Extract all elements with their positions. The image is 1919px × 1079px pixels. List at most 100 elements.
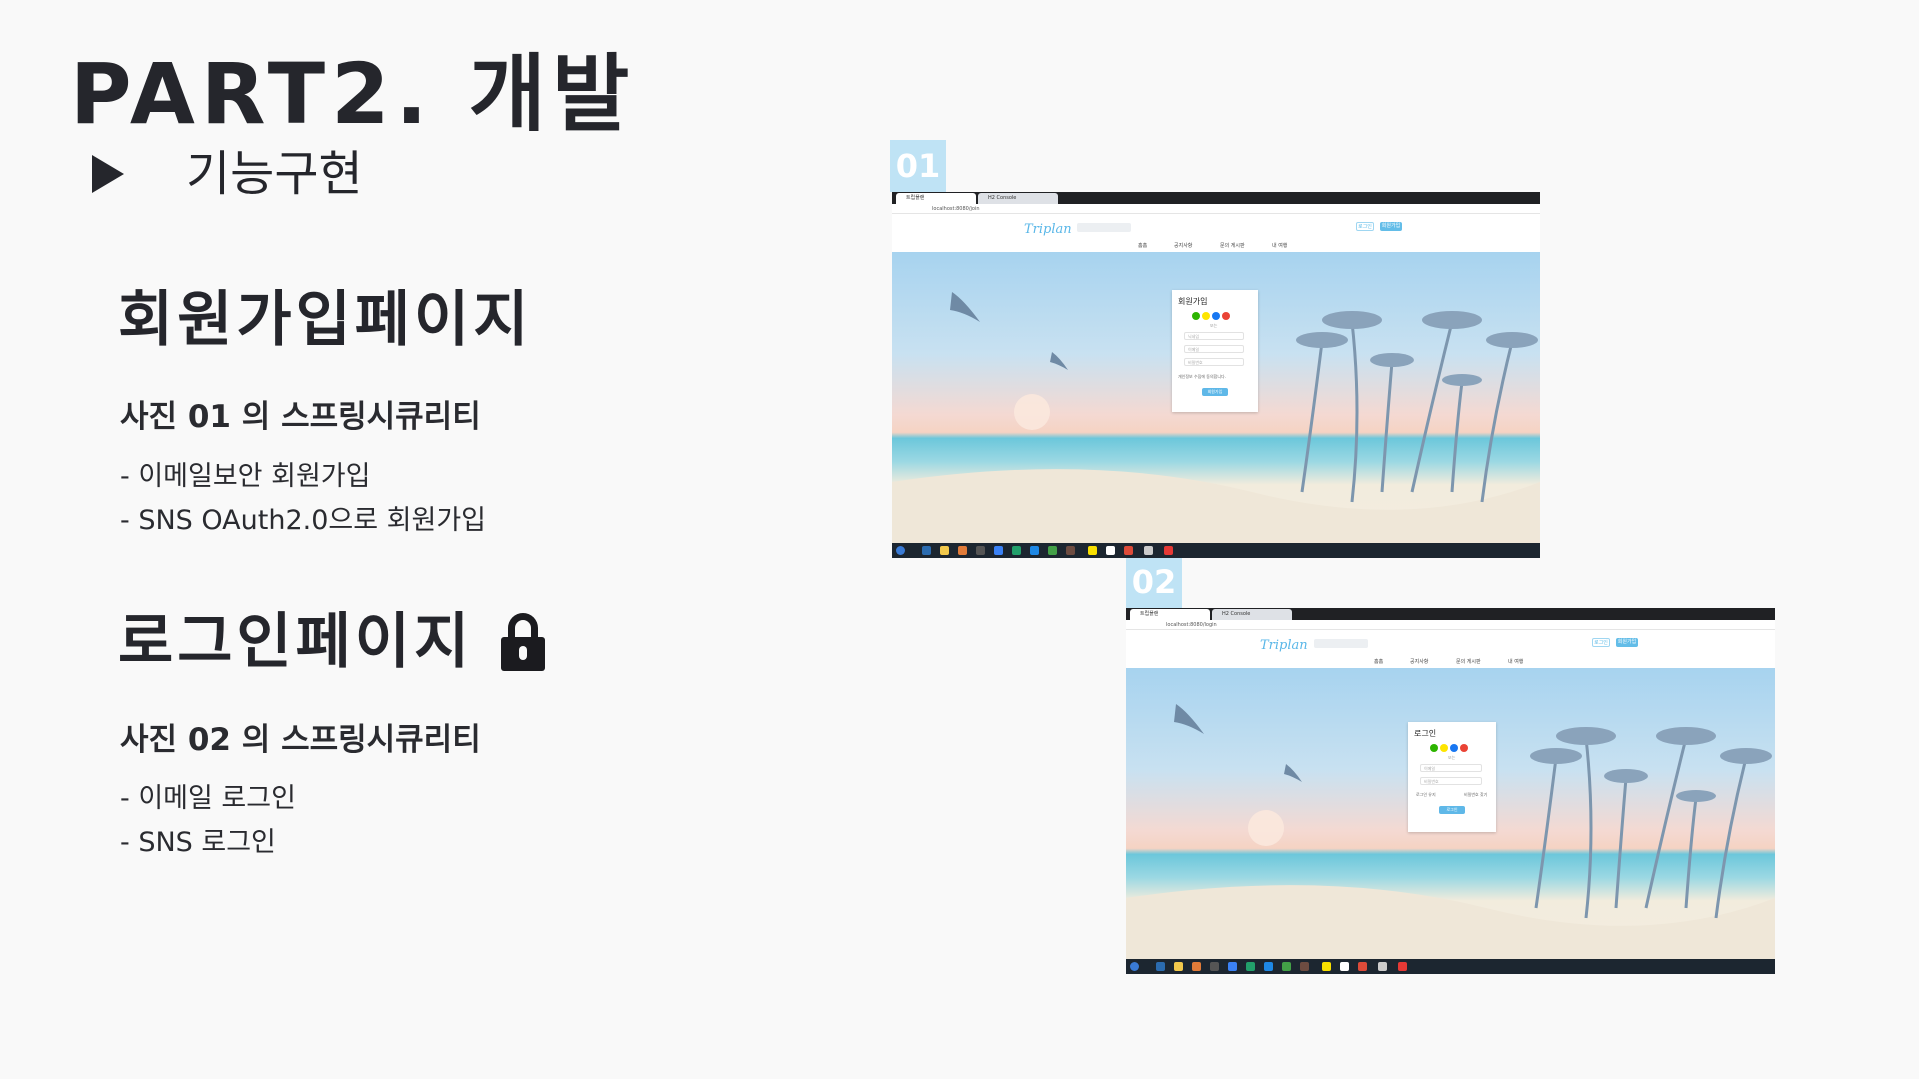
address-bar: localhost:8080/join <box>892 204 1540 214</box>
naver-login-icon <box>1430 744 1438 752</box>
beach-background: 회원가입 또는 닉네임 이메일 비밀번호 개인정보 수집에 동의합니다. 회원가… <box>892 252 1540 543</box>
site-search-input <box>1314 639 1368 648</box>
start-icon <box>896 546 905 555</box>
folder-icon <box>940 546 949 555</box>
page-title: PART2. 개발 <box>70 45 636 143</box>
signup-item-1: - 이메일보안 회원가입 <box>120 461 371 492</box>
windows-taskbar <box>1126 959 1775 974</box>
email-field: 이메일 <box>1184 345 1244 353</box>
app-icon <box>1300 962 1309 971</box>
login-heading-row: 로그인페이지 <box>118 607 546 677</box>
app-icon <box>1192 962 1201 971</box>
nav-item: 홈홈 <box>1374 659 1384 665</box>
login-submit-button: 로그인 <box>1439 806 1465 814</box>
app-icon <box>1282 962 1291 971</box>
site-header: Triplan 로그인 회원가입 홈홈 공지사항 문의 게시판 내 여행 <box>1126 630 1775 668</box>
app-icon <box>994 546 1003 555</box>
login-item-1: - 이메일 로그인 <box>120 783 296 814</box>
login-item-2: - SNS 로그인 <box>120 827 276 858</box>
screenshot-badge-02: 02 <box>1126 556 1182 608</box>
signup-submit-button: 회원가입 <box>1202 388 1228 396</box>
google-login-icon <box>1460 744 1468 752</box>
forgot-password-link: 비밀번호 찾기 <box>1464 792 1488 797</box>
subtitle-text: 기능구현 <box>186 146 363 202</box>
app-icon <box>1106 546 1115 555</box>
nav-item: 공지사항 <box>1410 659 1429 665</box>
site-login-button: 로그인 <box>1356 222 1374 231</box>
signup-subheading: 사진 01 의 스프링시큐리티 <box>120 399 481 435</box>
ie-icon <box>922 546 931 555</box>
login-subheading: 사진 02 의 스프링시큐리티 <box>120 722 481 758</box>
google-login-icon <box>1222 312 1230 320</box>
site-login-button: 로그인 <box>1592 638 1610 647</box>
app-icon <box>1210 962 1219 971</box>
app-icon <box>1340 962 1349 971</box>
remember-checkbox: 로그인 유지 <box>1416 792 1436 797</box>
folder-icon <box>1174 962 1183 971</box>
naver-login-icon <box>1192 312 1200 320</box>
signup-screenshot: 트립플랜 H2 Console localhost:8080/join Trip… <box>892 192 1540 558</box>
kakaotalk-icon <box>1322 962 1331 971</box>
login-screenshot: 트립플랜 H2 Console localhost:8080/login Tri… <box>1126 608 1775 974</box>
email-field: 이메일 <box>1420 764 1482 772</box>
play-icon <box>92 155 124 193</box>
login-modal: 로그인 또는 이메일 비밀번호 로그인 유지 비밀번호 찾기 로그인 <box>1408 722 1496 832</box>
browser-tab-strip: 트립플랜 H2 Console <box>1126 608 1775 620</box>
site-search-input <box>1077 223 1131 232</box>
browser-tab: H2 Console <box>978 193 1058 204</box>
site-header: Triplan 로그인 회원가입 홈홈 공지사항 문의 게시판 내 여행 <box>892 214 1540 252</box>
address-bar: localhost:8080/login <box>1126 620 1775 630</box>
browser-tab: H2 Console <box>1212 609 1292 620</box>
kakaotalk-icon <box>1088 546 1097 555</box>
nickname-field: 닉네임 <box>1184 332 1244 340</box>
password-field: 비밀번호 <box>1184 358 1244 366</box>
site-logo: Triplan <box>1260 638 1308 653</box>
beach-background: 로그인 또는 이메일 비밀번호 로그인 유지 비밀번호 찾기 로그인 <box>1126 668 1775 959</box>
login-heading: 로그인페이지 <box>118 607 474 677</box>
or-label: 또는 <box>1210 323 1218 328</box>
section-subtitle: 기능구현 <box>92 150 363 198</box>
site-signup-button: 회원가입 <box>1616 638 1638 647</box>
facebook-login-icon <box>1212 312 1220 320</box>
modal-title: 로그인 <box>1414 729 1437 738</box>
lock-icon <box>501 613 546 671</box>
nav-item: 내 여행 <box>1272 243 1288 249</box>
modal-title: 회원가입 <box>1178 297 1208 306</box>
app-icon <box>1378 962 1387 971</box>
site-signup-button: 회원가입 <box>1380 222 1402 231</box>
app-icon <box>1066 546 1075 555</box>
ie-icon <box>1156 962 1165 971</box>
nav-item: 문의 게시판 <box>1456 659 1481 665</box>
app-icon <box>1012 546 1021 555</box>
facebook-login-icon <box>1450 744 1458 752</box>
nav-item: 내 여행 <box>1508 659 1524 665</box>
signup-modal: 회원가입 또는 닉네임 이메일 비밀번호 개인정보 수집에 동의합니다. 회원가… <box>1172 290 1258 412</box>
agree-checkbox: 개인정보 수집에 동의합니다. <box>1178 374 1226 379</box>
app-icon <box>1144 546 1153 555</box>
app-icon <box>1228 962 1237 971</box>
browser-tab: 트립플랜 <box>896 193 976 204</box>
kakao-login-icon <box>1440 744 1448 752</box>
app-icon <box>1164 546 1173 555</box>
or-label: 또는 <box>1448 755 1456 760</box>
signup-heading: 회원가입페이지 <box>118 285 533 355</box>
nav-item: 공지사항 <box>1174 243 1193 249</box>
nav-item: 문의 게시판 <box>1220 243 1245 249</box>
app-icon <box>1398 962 1407 971</box>
signup-item-2: - SNS OAuth2.0으로 회원가입 <box>120 505 487 536</box>
app-icon <box>1048 546 1057 555</box>
app-icon <box>976 546 985 555</box>
screenshot-badge-01: 01 <box>890 140 946 192</box>
browser-tab: 트립플랜 <box>1130 609 1210 620</box>
password-field: 비밀번호 <box>1420 777 1482 785</box>
kakao-login-icon <box>1202 312 1210 320</box>
app-icon <box>1246 962 1255 971</box>
app-icon <box>1030 546 1039 555</box>
chrome-icon <box>1124 546 1133 555</box>
chrome-icon <box>1358 962 1367 971</box>
site-logo: Triplan <box>1024 222 1072 237</box>
app-icon <box>1264 962 1273 971</box>
windows-taskbar <box>892 543 1540 558</box>
nav-item: 홈홈 <box>1138 243 1148 249</box>
browser-tab-strip: 트립플랜 H2 Console <box>892 192 1540 204</box>
